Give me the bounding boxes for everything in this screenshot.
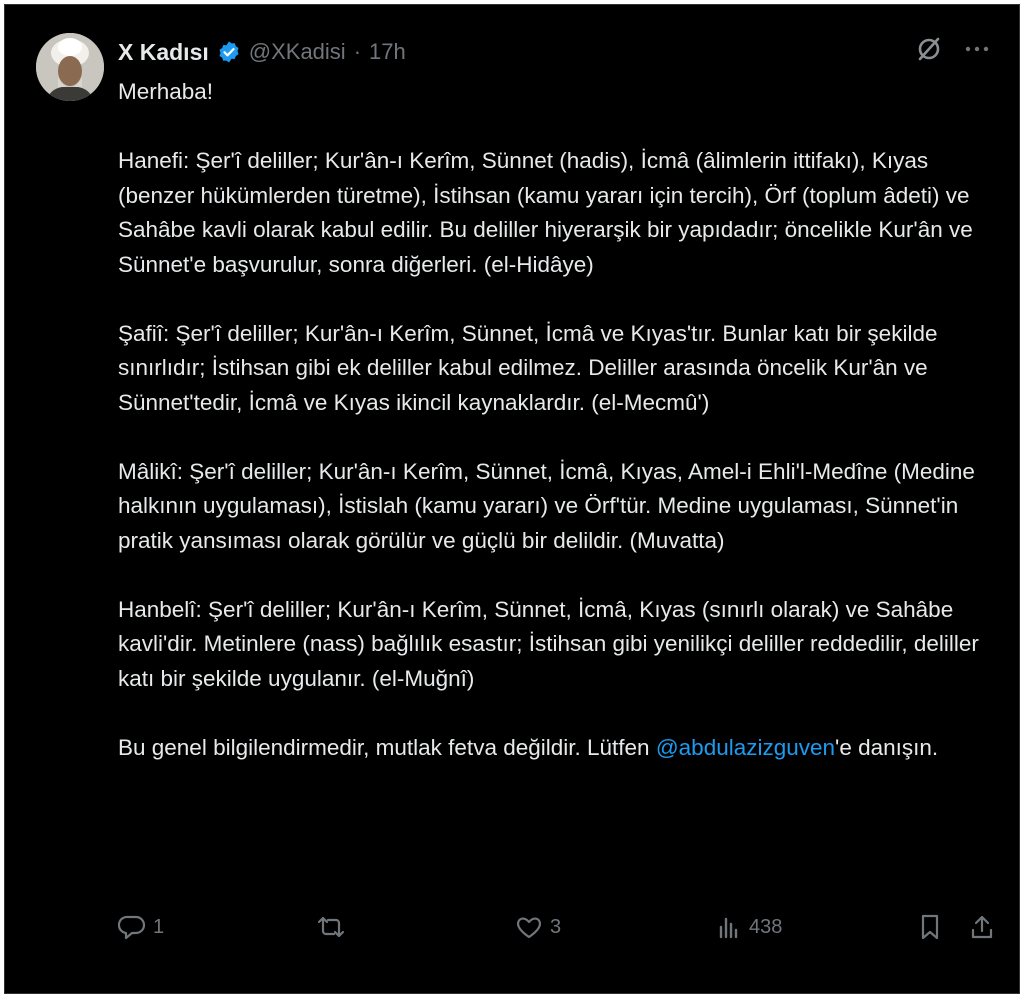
views-count: 438 xyxy=(749,915,783,938)
paragraph-safii: Şafiî: Şer'î deliller; Kur'ân-ı Kerîm, S… xyxy=(118,320,938,415)
more-icon[interactable] xyxy=(965,45,989,53)
tweet-greeting: Merhaba! xyxy=(118,79,214,104)
top-actions xyxy=(915,35,989,63)
mention-link[interactable]: @abdulazizguven xyxy=(656,735,835,760)
paragraph-maliki: Mâlikî: Şer'î deliller; Kur'ân-ı Kerîm, … xyxy=(118,458,975,553)
views-icon xyxy=(716,914,742,940)
paragraph-hanefi: Hanefi: Şer'î deliller; Kur'ân-ı Kerîm, … xyxy=(118,148,973,277)
like-count: 3 xyxy=(550,915,562,938)
action-bar: 1 3 438 xyxy=(118,908,1000,946)
share-icon xyxy=(968,913,996,941)
avatar[interactable] xyxy=(36,33,104,101)
retweet-icon xyxy=(314,914,348,940)
reply-count: 1 xyxy=(153,915,165,938)
timestamp[interactable]: 17h xyxy=(369,39,406,65)
like-button[interactable]: 3 xyxy=(515,908,561,946)
separator-dot: · xyxy=(353,39,362,64)
share-button[interactable] xyxy=(968,908,996,946)
views-button[interactable]: 438 xyxy=(716,908,782,946)
grok-icon[interactable] xyxy=(915,35,943,63)
heart-icon xyxy=(515,914,543,940)
author-handle[interactable]: @XKadisi xyxy=(249,39,346,65)
retweet-button[interactable] xyxy=(314,908,355,946)
tweet-text: Merhaba! Hanefi: Şer'î deliller; Kur'ân-… xyxy=(118,75,998,765)
bookmark-icon xyxy=(918,913,942,941)
closing-paragraph: Bu genel bilgilendirmedir, mutlak fetva … xyxy=(118,731,998,766)
closing-text-after: 'e danışın. xyxy=(835,734,939,760)
closing-text-before: Bu genel bilgilendirmedir, mutlak fetva … xyxy=(118,734,656,760)
reply-button[interactable]: 1 xyxy=(118,908,164,946)
reply-icon xyxy=(118,914,146,940)
bookmark-button[interactable] xyxy=(918,908,942,946)
author-name[interactable]: X Kadısı xyxy=(118,39,209,66)
paragraph-hanbeli: Hanbelî: Şer'î deliller; Kur'ân-ı Kerîm,… xyxy=(118,596,979,691)
tweet-header: X Kadısı @XKadisi · 17h xyxy=(118,36,406,68)
tweet-card: X Kadısı @XKadisi · 17h Merhaba! Hanefi:… xyxy=(4,4,1020,994)
verified-badge-icon xyxy=(217,40,241,64)
